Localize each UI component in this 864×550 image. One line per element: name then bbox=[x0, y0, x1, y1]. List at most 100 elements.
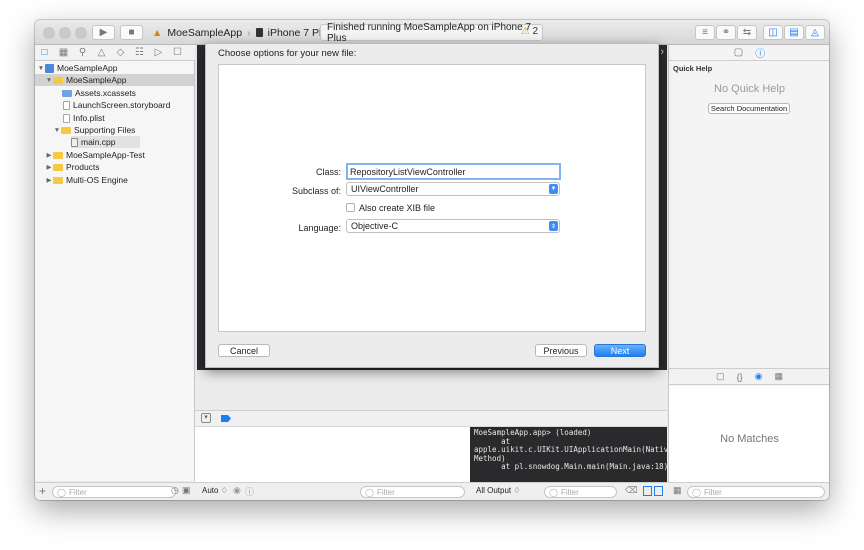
subclass-value: UIViewController bbox=[351, 184, 419, 194]
split-left-icon[interactable] bbox=[643, 486, 652, 496]
stop-icon: ■ bbox=[128, 27, 135, 38]
language-value: Objective-C bbox=[351, 221, 399, 231]
run-button[interactable]: ▶ bbox=[92, 25, 115, 40]
toggle-inspector-button[interactable]: ◬ bbox=[805, 25, 825, 40]
auto-selector[interactable]: Auto ♢ bbox=[202, 486, 228, 495]
disclosure-closed-icon[interactable]: ▶ bbox=[45, 163, 53, 171]
plist-icon bbox=[63, 113, 70, 123]
object-library-icon[interactable]: ◉ bbox=[755, 371, 763, 382]
scope-icon[interactable]: ▣ bbox=[182, 485, 191, 496]
navigator-tabs: □ ▦ ⚲ △ ◇ ☷ ▷ ☐ bbox=[35, 45, 195, 61]
tree-item-label: MoeSampleApp-Test bbox=[66, 150, 145, 160]
toolbar: ▶ ■ ▲ MoeSampleApp › iPhone 7 Plus Finis… bbox=[35, 20, 829, 45]
file-inspector-icon[interactable]: ▢ bbox=[734, 47, 743, 58]
output-selector[interactable]: All Output ♢ bbox=[476, 486, 521, 495]
hide-debug-icon[interactable]: ▾ bbox=[201, 413, 211, 423]
test-icon[interactable]: ◇ bbox=[115, 47, 126, 58]
next-button[interactable]: Next bbox=[594, 344, 646, 357]
tree-item-project[interactable]: ▼ MoeSampleApp bbox=[37, 62, 118, 74]
folder-icon bbox=[53, 151, 63, 159]
zoom-button[interactable] bbox=[75, 27, 87, 39]
disclosure-open-icon[interactable]: ▼ bbox=[53, 127, 61, 134]
file-template-icon[interactable]: ▢ bbox=[716, 371, 725, 382]
inspector-tabs: ▢ ⓘ bbox=[669, 45, 829, 61]
tree-item-launchscreen[interactable]: LaunchScreen.storyboard bbox=[63, 99, 170, 111]
tree-item-main-cpp[interactable]: main.cpp bbox=[71, 136, 140, 148]
breakpoint-icon[interactable]: ▷ bbox=[153, 47, 164, 58]
media-library-icon[interactable]: ▦ bbox=[774, 371, 783, 382]
tree-item-infoplist[interactable]: Info.plist bbox=[63, 112, 105, 124]
scheme-name[interactable]: MoeSampleApp bbox=[167, 27, 242, 39]
warning-icon: ⚠ bbox=[520, 26, 530, 37]
filter-placeholder: Filter bbox=[376, 487, 395, 497]
search-documentation-button[interactable]: Search Documentation bbox=[708, 103, 790, 114]
play-icon: ▶ bbox=[99, 27, 108, 38]
project-icon bbox=[45, 63, 54, 73]
warning-icon[interactable]: △ bbox=[96, 47, 107, 58]
xib-label: Also create XIB file bbox=[359, 203, 436, 213]
search-icon[interactable]: ⚲ bbox=[77, 47, 88, 58]
tree-item-label: LaunchScreen.storyboard bbox=[73, 100, 171, 110]
console-output: MoeSampleApp.app> (loaded) at apple.uiki… bbox=[470, 427, 667, 483]
disclosure-closed-icon[interactable]: ▶ bbox=[45, 176, 53, 184]
stop-button[interactable]: ■ bbox=[120, 25, 143, 40]
code-snippet-icon[interactable]: {} bbox=[737, 372, 743, 382]
variables-filter-field[interactable]: ◯ Filter bbox=[360, 486, 465, 498]
toggle-navigator-button[interactable]: ◫ bbox=[763, 25, 783, 40]
tree-item-products[interactable]: ▶ Products bbox=[45, 161, 100, 173]
standard-editor-button[interactable]: ≡ bbox=[695, 25, 715, 40]
tree-item-moe-engine[interactable]: ▶ Multi-OS Engine bbox=[45, 174, 128, 186]
warning-count: 2 bbox=[532, 26, 538, 37]
tree-item-label: MoeSampleApp bbox=[57, 63, 118, 73]
close-button[interactable] bbox=[43, 27, 55, 39]
sheet-title: Choose options for your new file: bbox=[218, 48, 357, 59]
class-name-field[interactable]: RepositoryListViewController bbox=[346, 163, 561, 180]
assistant-editor-button[interactable]: ⚭ bbox=[716, 25, 736, 40]
scheme-selector[interactable]: ▲ MoeSampleApp › iPhone 7 Plus bbox=[152, 24, 332, 41]
add-icon[interactable]: + bbox=[39, 484, 46, 498]
updown-arrows-icon[interactable]: ⇕ bbox=[549, 221, 558, 231]
disclosure-open-icon[interactable]: ▼ bbox=[37, 65, 45, 72]
tree-item-app-group[interactable]: ▼ MoeSampleApp bbox=[35, 74, 195, 86]
asset-catalog-icon bbox=[62, 89, 72, 97]
debug-icon[interactable]: ☷ bbox=[134, 47, 145, 58]
filter-placeholder: Filter bbox=[68, 487, 87, 497]
folder-icon[interactable]: □ bbox=[39, 47, 50, 58]
split-right-icon[interactable] bbox=[654, 486, 663, 496]
quick-help-icon[interactable]: ⓘ bbox=[755, 45, 765, 60]
tree-item-label: Assets.xcassets bbox=[75, 88, 136, 98]
eye-icon[interactable]: ◉ bbox=[233, 485, 241, 496]
library-filter-field[interactable]: ◯ Filter bbox=[687, 486, 825, 498]
console-filter-field[interactable]: ◯ Filter bbox=[544, 486, 617, 498]
grid-icon[interactable]: ▦ bbox=[673, 485, 682, 496]
tree-item-test-group[interactable]: ▶ MoeSampleApp-Test bbox=[45, 149, 145, 161]
chevron-right-icon[interactable]: › bbox=[660, 46, 664, 58]
subclass-combobox[interactable]: UIViewController ▼ bbox=[346, 182, 560, 196]
breakpoints-toggle-icon[interactable] bbox=[221, 415, 231, 422]
minimize-button[interactable] bbox=[59, 27, 71, 39]
cancel-button[interactable]: Cancel bbox=[218, 344, 270, 357]
chevron-down-icon[interactable]: ▼ bbox=[549, 184, 558, 194]
class-name-value: RepositoryListViewController bbox=[350, 166, 466, 177]
report-icon[interactable]: ☐ bbox=[172, 47, 183, 58]
disclosure-closed-icon[interactable]: ▶ bbox=[45, 151, 53, 159]
warning-badge[interactable]: ⚠ 2 bbox=[521, 26, 538, 37]
version-editor-button[interactable]: ⇆ bbox=[737, 25, 757, 40]
tree-item-assets[interactable]: Assets.xcassets bbox=[62, 87, 136, 99]
info-icon[interactable]: ⓘ bbox=[245, 485, 254, 498]
trash-icon[interactable]: ⌫ bbox=[625, 485, 638, 496]
navigator-filter-field[interactable]: ◯ Filter bbox=[52, 486, 176, 498]
toggle-debug-button[interactable]: ▤ bbox=[784, 25, 804, 40]
xib-checkbox[interactable] bbox=[346, 203, 355, 212]
chevron-right-icon: › bbox=[247, 26, 251, 39]
language-popup[interactable]: Objective-C ⇕ bbox=[346, 219, 560, 233]
lines-icon: ≡ bbox=[702, 27, 708, 38]
tree-item-label: MoeSampleApp bbox=[66, 75, 127, 85]
recent-icon[interactable]: ◷ bbox=[171, 485, 179, 496]
tree-item-supporting-files[interactable]: ▼ Supporting Files bbox=[53, 124, 136, 136]
folder-icon bbox=[53, 176, 63, 184]
previous-button[interactable]: Previous bbox=[535, 344, 587, 357]
hierarchy-icon[interactable]: ▦ bbox=[58, 47, 69, 58]
disclosure-open-icon[interactable]: ▼ bbox=[45, 77, 53, 84]
activity-status: Finished running MoeSampleApp on iPhone … bbox=[320, 22, 543, 44]
